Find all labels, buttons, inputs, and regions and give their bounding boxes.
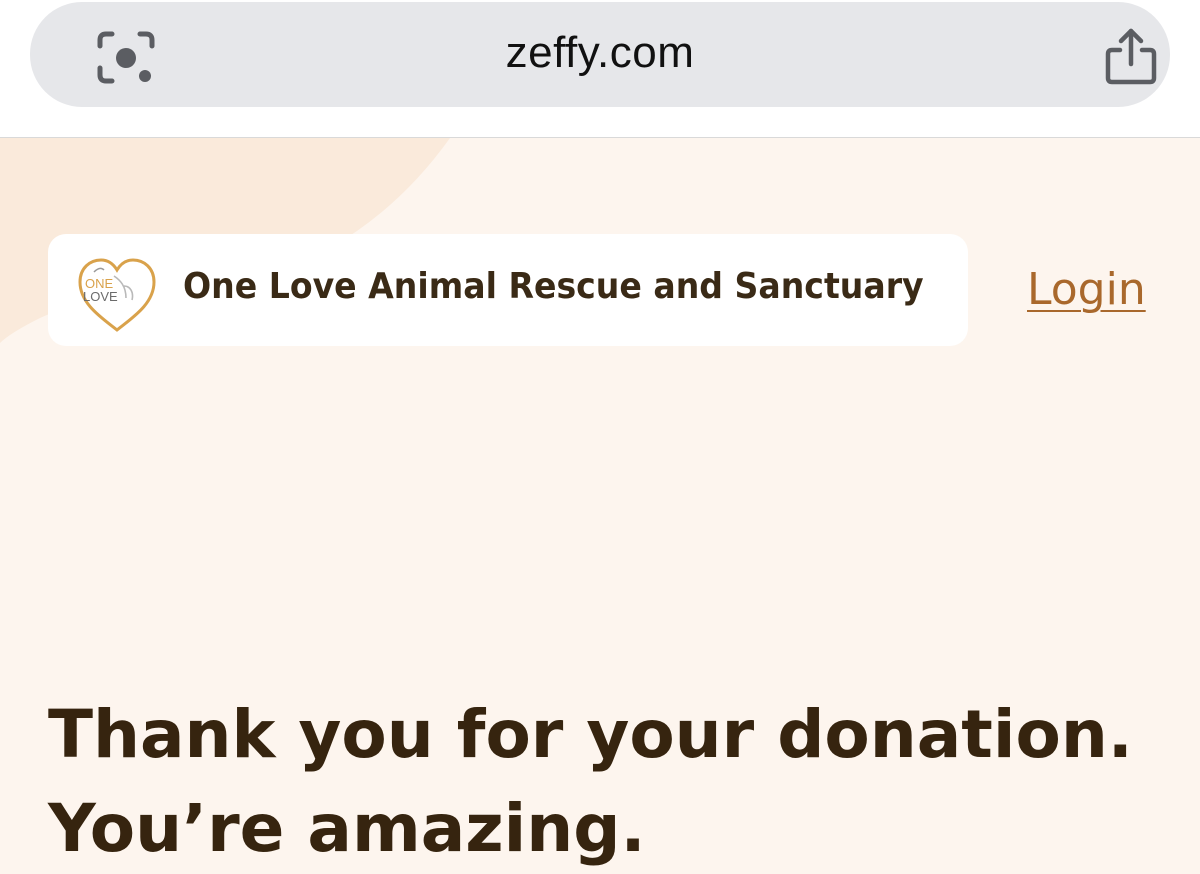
logo-text-love: LOVE: [83, 289, 118, 304]
url-text[interactable]: zeffy.com: [30, 28, 1170, 78]
browser-toolbar: zeffy.com: [0, 0, 1200, 138]
organization-logo: ONE LOVE: [78, 258, 156, 332]
login-link[interactable]: Login: [1027, 264, 1146, 315]
share-icon[interactable]: [1102, 26, 1160, 88]
address-bar[interactable]: zeffy.com: [30, 2, 1170, 107]
heading-line-1: Thank you for your donation.: [48, 696, 1133, 773]
organization-name[interactable]: One Love Animal Rescue and Sanctuary: [183, 266, 924, 307]
page-content: ONE LOVE One Love Animal Rescue and Sanc…: [0, 138, 1200, 874]
thank-you-heading: Thank you for your donation. You’re amaz…: [48, 688, 1133, 874]
heading-line-2: You’re amazing.: [48, 790, 646, 867]
